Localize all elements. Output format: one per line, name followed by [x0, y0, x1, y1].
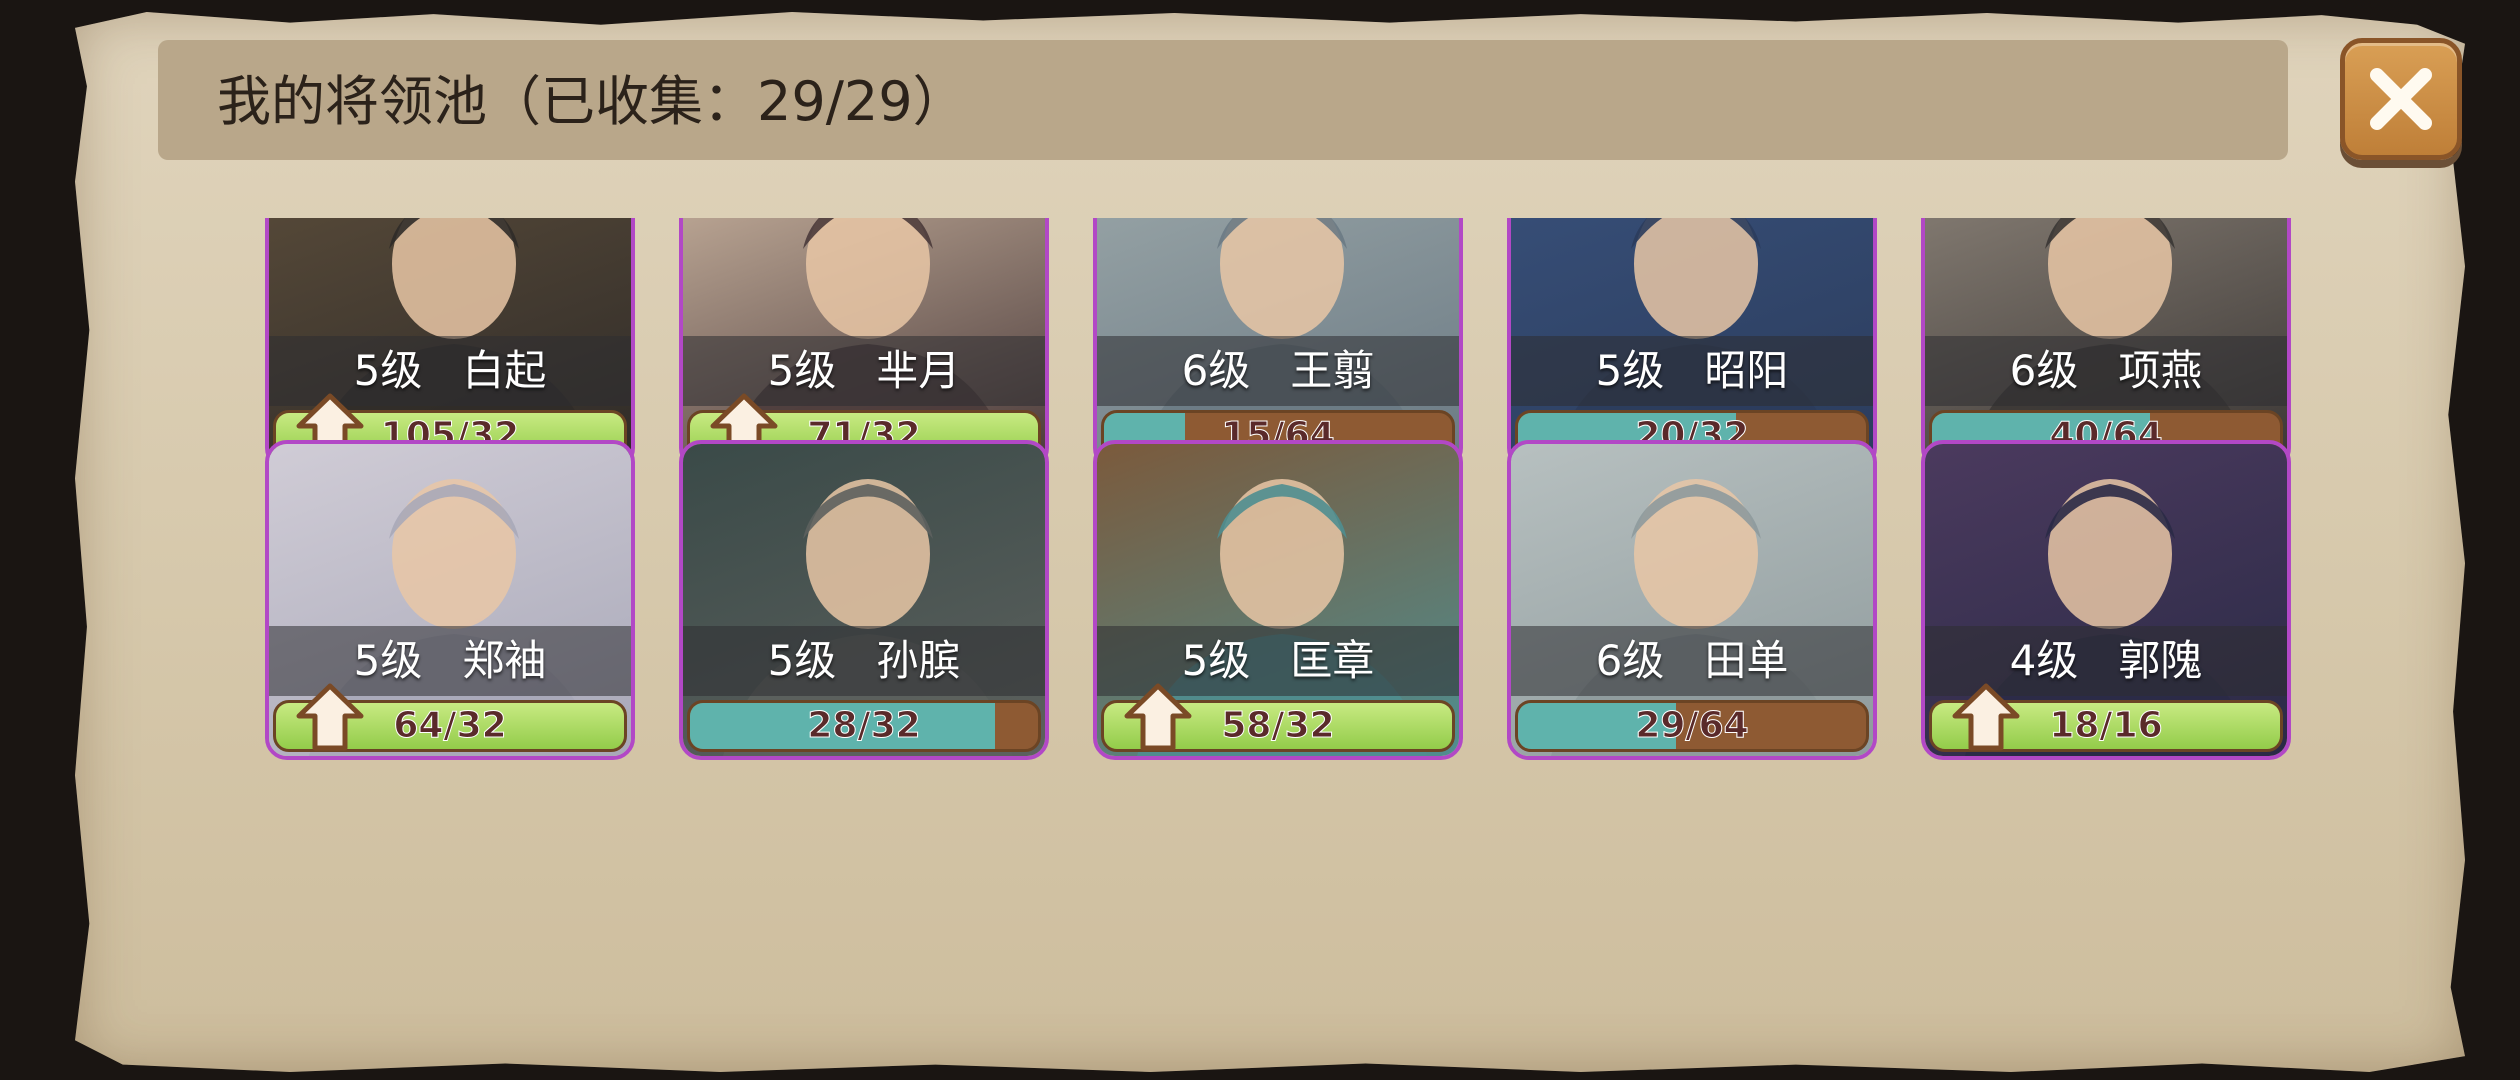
- general-card[interactable]: 4级 郭隗 18/16: [1921, 440, 2291, 760]
- general-card[interactable]: 5级 郑袖 64/32: [265, 440, 635, 760]
- general-grid[interactable]: 5级 白起 105/32 5级 芈月 71/32 6级 王翦 15/64 5级 昭阳 20/3…: [255, 218, 2305, 978]
- general-card[interactable]: 5级 昭阳 20/32: [1507, 218, 1877, 470]
- close-icon: [2370, 68, 2432, 130]
- general-card[interactable]: 6级 王翦 15/64: [1093, 218, 1463, 470]
- general-name: 5级 孙膑: [767, 636, 961, 685]
- page-title: 我的将领池（已收集：29/29）: [217, 70, 967, 133]
- upgrade-arrow-icon[interactable]: [1951, 682, 2021, 752]
- general-name: 6级 王翦: [1181, 346, 1375, 395]
- fragment-count: 28/32: [807, 705, 921, 747]
- fragment-progress-bar: 28/32: [687, 700, 1041, 752]
- general-card[interactable]: 5级 白起 105/32: [265, 218, 635, 470]
- general-card[interactable]: 6级 项燕 40/64: [1921, 218, 2291, 470]
- general-card[interactable]: 5级 孙膑 28/32: [679, 440, 1049, 760]
- fragment-count: 29/64: [1635, 705, 1749, 747]
- general-card[interactable]: 6级 田单 29/64: [1507, 440, 1877, 760]
- general-name: 6级 项燕: [2009, 346, 2203, 395]
- upgrade-arrow-icon[interactable]: [295, 682, 365, 752]
- fragment-progress-bar: 29/64: [1515, 700, 1869, 752]
- general-name: 5级 昭阳: [1595, 346, 1789, 395]
- general-name: 6级 田单: [1595, 636, 1789, 685]
- close-button[interactable]: [2340, 38, 2462, 160]
- general-card[interactable]: 5级 芈月 71/32: [679, 218, 1049, 470]
- upgrade-arrow-icon[interactable]: [1123, 682, 1193, 752]
- general-card[interactable]: 5级 匡章 58/32: [1093, 440, 1463, 760]
